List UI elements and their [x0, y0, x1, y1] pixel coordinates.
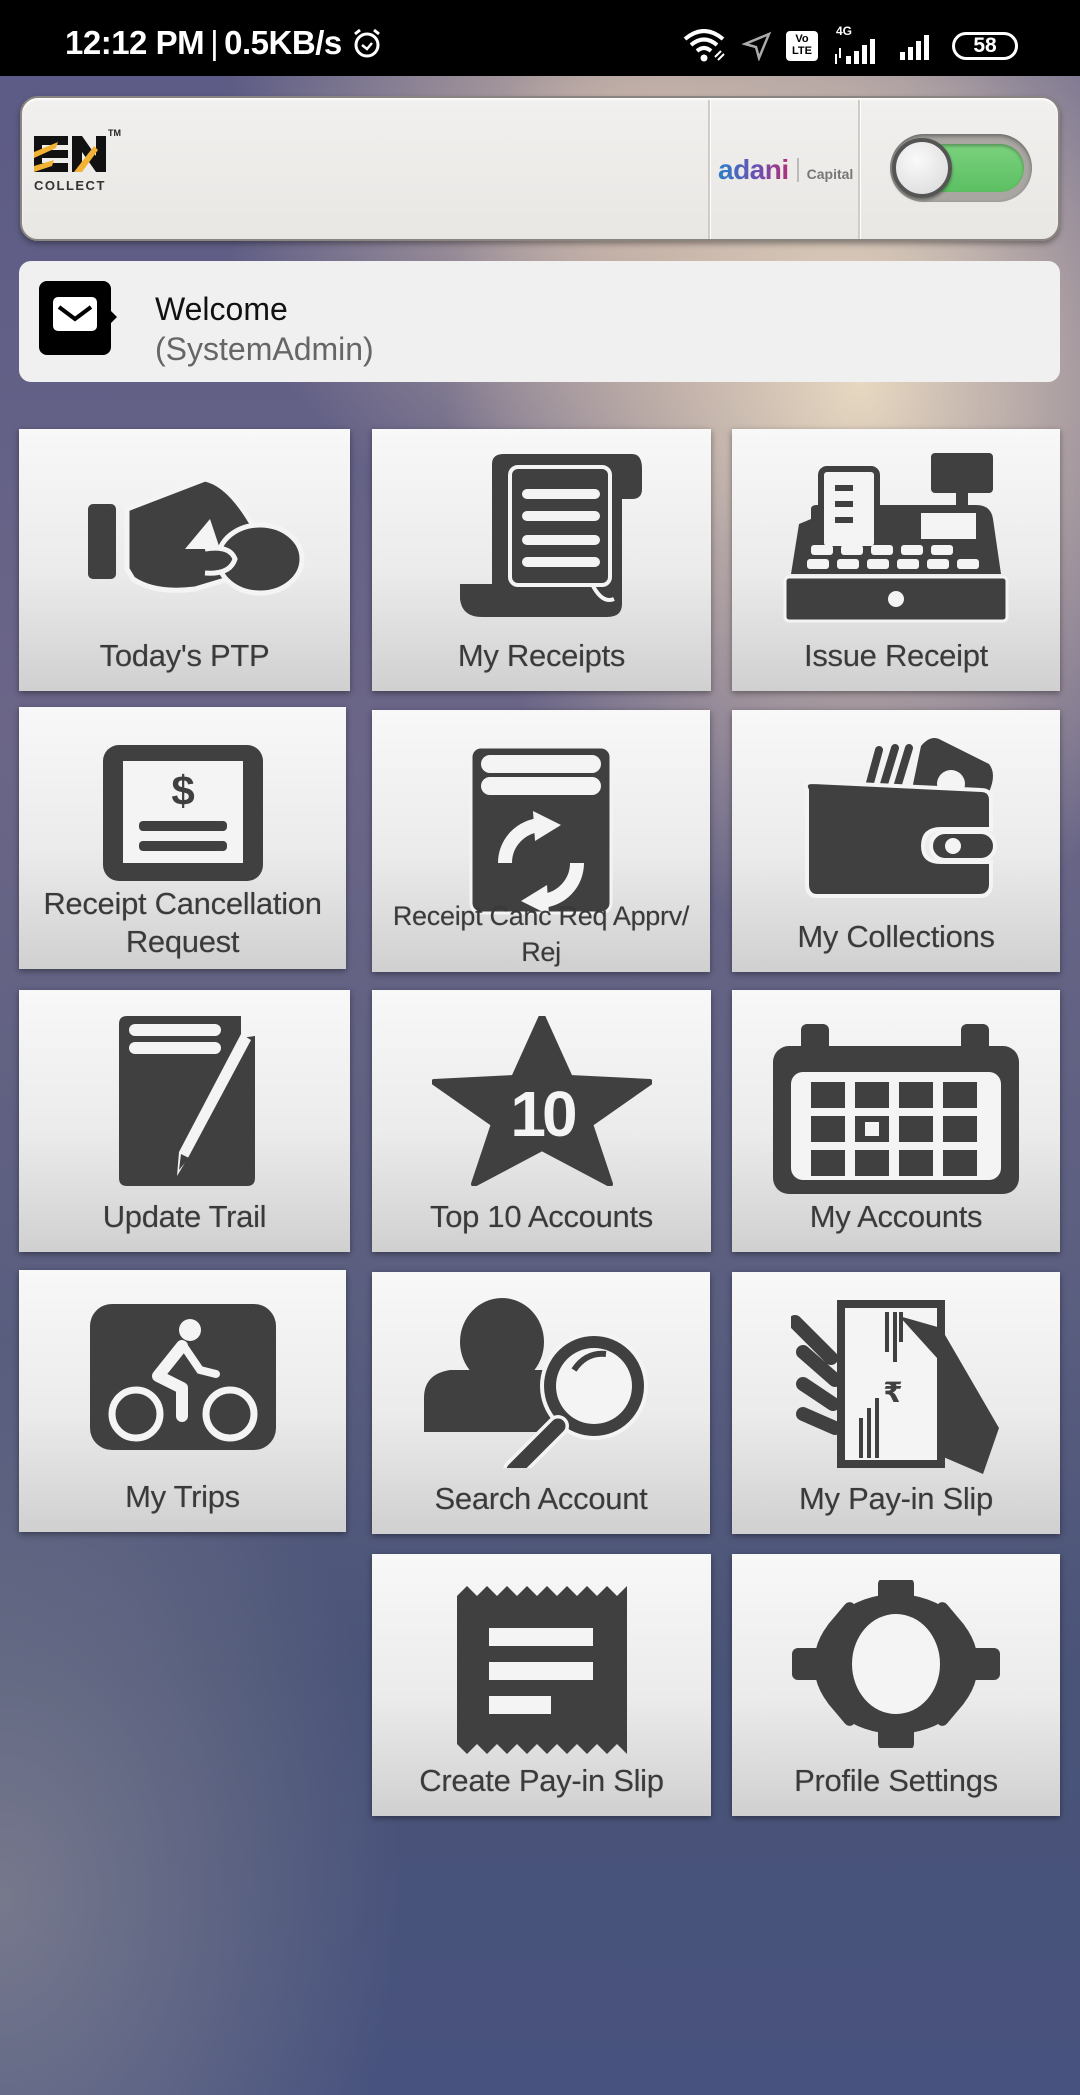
calendar-icon — [773, 1024, 1019, 1194]
tile-label-line2: Rej — [521, 937, 561, 967]
user-search-icon — [424, 1298, 648, 1468]
status-right: Vo LTE 4G 58 — [682, 24, 1018, 66]
app-header: TM COLLECT adani Capital — [20, 96, 1060, 241]
logo-mark — [34, 136, 106, 172]
welcome-title: Welcome — [155, 291, 288, 327]
tile-label-line1: Receipt Canc Req Apprv/ — [392, 901, 690, 931]
tile-label: Create Pay-in Slip — [419, 1763, 664, 1798]
cash-register-icon — [783, 453, 1009, 623]
battery-icon: 58 — [952, 32, 1018, 60]
tile-label: Receipt Canc Req Apprv/ Rej — [372, 898, 710, 970]
tile-label: My Trips — [125, 1479, 240, 1514]
alarm-icon — [353, 28, 380, 58]
rupee-symbol: ₹ — [883, 1376, 902, 1409]
tile-label-line1: Receipt Cancellation — [43, 886, 322, 921]
tile-receipt-cancellation-request[interactable]: $ Receipt Cancellation Request — [19, 707, 346, 969]
tile-profile-settings[interactable]: Profile Settings — [732, 1554, 1060, 1816]
wifi-icon — [683, 29, 725, 62]
partner-sub: Capital — [806, 166, 854, 182]
header-divider — [708, 100, 710, 239]
logo-tm: TM — [108, 128, 121, 138]
tile-label: My Receipts — [457, 638, 626, 673]
tile-create-pay-in-slip[interactable]: Create Pay-in Slip — [372, 1554, 711, 1816]
battery-level: 58 — [973, 34, 997, 57]
slip-icon — [456, 1586, 627, 1754]
tile-receipt-canc-req-apprv-rej[interactable]: Receipt Canc Req Apprv/ Rej — [372, 710, 710, 972]
location-icon — [742, 31, 772, 61]
tile-my-pay-in-slip[interactable]: ₹ My Pay-in Slip — [732, 1272, 1060, 1534]
message-icon — [39, 281, 117, 355]
dollar-document-icon: $ — [102, 745, 263, 881]
network-speed: 0.5KB/s — [224, 24, 342, 61]
wallet-icon — [803, 738, 997, 898]
star-10-icon: 10 — [431, 1016, 652, 1186]
welcome-banner: Welcome (SystemAdmin) — [19, 261, 1060, 382]
refresh-document-icon — [469, 745, 613, 915]
hand-coin-icon — [87, 476, 304, 596]
tile-issue-receipt[interactable]: Issue Receipt — [732, 429, 1060, 691]
tile-label: Update Trail — [102, 1199, 267, 1234]
tile-my-trips[interactable]: My Trips — [19, 1270, 346, 1532]
partner-brand: adani — [718, 154, 789, 185]
tile-label: Receipt Cancellation Request — [19, 885, 346, 961]
star-badge: 10 — [510, 1078, 575, 1150]
tile-search-account[interactable]: Search Account — [372, 1272, 710, 1534]
svg-text:$: $ — [171, 767, 194, 814]
hand-cheque-icon: ₹ — [791, 1300, 999, 1474]
tile-my-receipts[interactable]: My Receipts — [372, 429, 711, 691]
partner-separator — [796, 158, 799, 182]
bicycle-icon — [89, 1304, 276, 1450]
toggle-knob[interactable] — [892, 138, 952, 198]
encollect-logo: TM COLLECT — [34, 128, 124, 202]
tile-label: My Pay-in Slip — [799, 1481, 993, 1516]
tile-label: Profile Settings — [794, 1763, 998, 1798]
tile-label: Issue Receipt — [804, 638, 988, 673]
status-toggle[interactable] — [890, 134, 1032, 202]
receipt-scroll-icon — [459, 454, 642, 617]
tile-label-line2: Request — [125, 924, 240, 959]
welcome-user: (SystemAdmin) — [155, 331, 374, 367]
tile-todays-ptp[interactable]: Today's PTP — [19, 429, 350, 691]
partner-logo: adani Capital — [718, 154, 853, 186]
tile-label: Search Account — [434, 1481, 648, 1516]
header-divider — [858, 100, 860, 239]
volte-bottom: LTE — [792, 45, 812, 57]
tile-label: My Accounts — [809, 1199, 983, 1234]
status-bar: 12:12 PM | 0.5KB/s Vo LTE 4G 58 — [0, 0, 1080, 76]
tile-label: Top 10 Accounts — [430, 1199, 653, 1234]
status-time: 12:12 PM — [65, 24, 205, 61]
status-separator: | — [210, 24, 219, 61]
status-left: 12:12 PM | 0.5KB/s — [65, 24, 384, 62]
volte-icon: Vo LTE — [786, 31, 818, 61]
tile-my-accounts[interactable]: My Accounts — [732, 990, 1060, 1252]
signal-icon-4g: 4G — [832, 24, 884, 64]
tile-label: My Collections — [797, 919, 995, 954]
volte-top: Vo — [795, 33, 809, 45]
logo-collect: COLLECT — [34, 178, 106, 193]
pencil-document-icon — [118, 1016, 255, 1186]
gear-icon — [792, 1580, 1000, 1748]
tile-my-collections[interactable]: My Collections — [732, 710, 1060, 972]
tile-top-10-accounts[interactable]: 10 Top 10 Accounts — [372, 990, 711, 1252]
tile-update-trail[interactable]: Update Trail — [19, 990, 350, 1252]
signal-icon — [900, 35, 929, 60]
tile-label: Today's PTP — [99, 638, 270, 673]
